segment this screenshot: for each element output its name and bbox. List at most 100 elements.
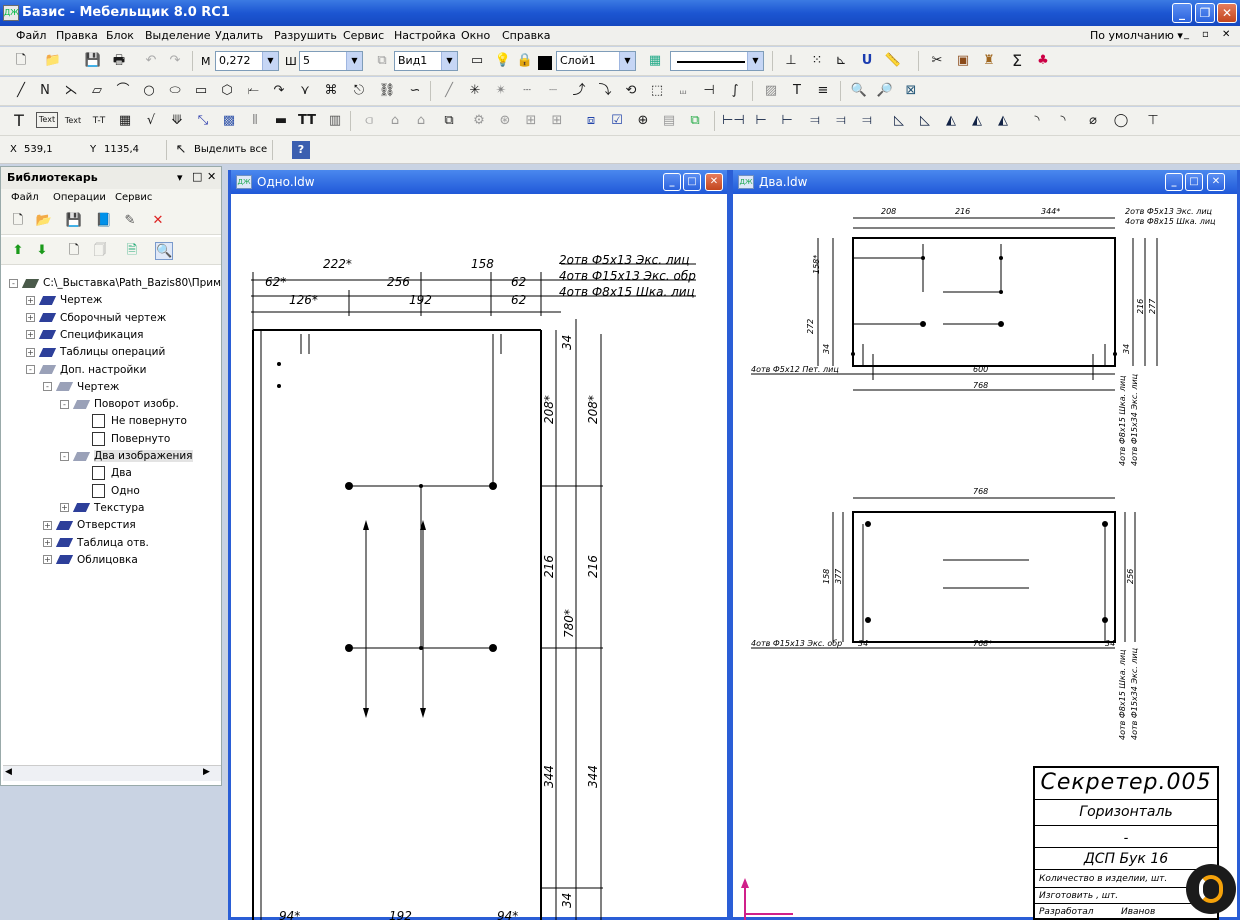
bulb-icon[interactable]: 💡 bbox=[494, 52, 512, 70]
panel-icon[interactable]: ⧉ bbox=[440, 112, 458, 130]
text-frame-icon[interactable]: Text bbox=[36, 112, 58, 128]
open-folder-icon[interactable]: 📁 bbox=[44, 52, 62, 70]
tree-node[interactable]: + Текстура bbox=[60, 500, 144, 517]
tree-node[interactable]: + Таблицы операций bbox=[26, 344, 165, 361]
chevron-down-icon[interactable]: ▼ bbox=[619, 52, 635, 70]
mdi-close-icon[interactable]: ✕ bbox=[1222, 29, 1230, 40]
sigma-icon[interactable]: Σ bbox=[1008, 52, 1026, 70]
chevron-down-icon[interactable]: ▼ bbox=[262, 52, 278, 70]
tree-node[interactable]: + Чертеж bbox=[26, 292, 102, 309]
scroll-left-icon[interactable]: ◀ bbox=[5, 767, 12, 777]
tree-node[interactable]: - Доп. настройки bbox=[26, 362, 146, 379]
chevron-down-icon[interactable]: ▼ bbox=[441, 52, 457, 70]
dim-horizontal-icon[interactable]: ⊢⊣ bbox=[722, 112, 745, 130]
drawing-canvas-1[interactable]: 222* 158 62* 256 62 126* 192 62 2отв Ф5х… bbox=[231, 194, 727, 920]
undo-icon[interactable]: ↶ bbox=[142, 52, 160, 70]
dim-angle3-icon[interactable]: ◭ bbox=[942, 112, 960, 130]
menu-file[interactable]: Файл bbox=[16, 29, 46, 42]
menu-block[interactable]: Блок bbox=[106, 29, 134, 42]
roughness-icon[interactable]: ⟱ bbox=[168, 112, 186, 130]
expand-icon[interactable]: + bbox=[26, 313, 35, 323]
dim-angle-icon[interactable]: ◺ bbox=[890, 112, 908, 130]
expand-icon[interactable]: + bbox=[26, 330, 35, 340]
panel-float-icon[interactable]: □ bbox=[192, 170, 202, 183]
axis-icon[interactable]: ⊥ bbox=[782, 52, 800, 70]
spline-icon[interactable]: ⌘ bbox=[322, 82, 340, 100]
add-icon[interactable]: ⊕ bbox=[634, 112, 652, 130]
scroll-right-icon[interactable]: ▶ bbox=[203, 767, 210, 777]
step-select[interactable]: 5 ▼ bbox=[299, 51, 363, 71]
copy-doc-icon[interactable]: 🗍 bbox=[91, 242, 109, 260]
edge-icon[interactable]: ⫏ bbox=[360, 112, 378, 130]
dim-radius-icon[interactable]: ◯ bbox=[1112, 112, 1130, 130]
tree-node[interactable]: - Чертеж bbox=[43, 379, 119, 396]
zoom-out-icon[interactable]: 🔎 bbox=[876, 82, 894, 100]
dim-arc2-icon[interactable]: ◝ bbox=[1054, 112, 1072, 130]
tree-node[interactable]: + Сборочный чертеж bbox=[26, 310, 166, 327]
table-icon[interactable]: ▦ bbox=[116, 112, 134, 130]
new-icon[interactable]: 🗋 bbox=[9, 212, 27, 230]
tree-node[interactable]: + Спецификация bbox=[26, 327, 144, 344]
print-icon[interactable]: 🖶 bbox=[110, 52, 128, 70]
tree-node[interactable]: Не повернуто bbox=[77, 413, 187, 430]
doc1-maximize-button[interactable]: □ bbox=[683, 173, 701, 191]
ray-icon[interactable]: ✳ bbox=[466, 82, 484, 100]
collapse-icon[interactable]: - bbox=[26, 365, 35, 374]
arrow-down-icon[interactable]: ⬇ bbox=[33, 242, 51, 260]
doc1-close-button[interactable]: ✕ bbox=[705, 173, 723, 191]
polyline-icon[interactable]: N bbox=[36, 82, 54, 100]
list-icon[interactable]: ≡ bbox=[814, 82, 832, 100]
tree-node[interactable]: - C:\_Выставка\Path_Bazis80\Приме bbox=[9, 275, 221, 292]
bezier-icon[interactable]: ∽ bbox=[406, 82, 424, 100]
tree-node[interactable]: - Два изображения bbox=[60, 448, 193, 465]
tree-node[interactable]: Два bbox=[77, 465, 132, 482]
zoom-in-icon[interactable]: 🔍 bbox=[850, 82, 868, 100]
chevron-down-icon[interactable]: ▼ bbox=[747, 52, 763, 70]
stack-icon[interactable]: ▥ bbox=[326, 112, 344, 130]
grid-icon[interactable]: ⁙ bbox=[808, 52, 826, 70]
tree-node[interactable]: + Таблица отв. bbox=[43, 535, 149, 552]
dim-diameter-icon[interactable]: ⌀ bbox=[1084, 112, 1102, 130]
export-icon[interactable]: ⧉ bbox=[686, 112, 704, 130]
help-icon[interactable]: ? bbox=[292, 141, 310, 159]
dim-table-icon[interactable]: ⫤ bbox=[858, 112, 876, 130]
line-style-select[interactable]: ▼ bbox=[670, 51, 764, 71]
menu-explode[interactable]: Разрушить bbox=[274, 29, 337, 42]
tree-node[interactable]: + Облицовка bbox=[43, 552, 138, 569]
maximize-button[interactable]: ❐ bbox=[1195, 3, 1215, 23]
view-select[interactable]: Вид1 ▼ bbox=[394, 51, 458, 71]
ruler-icon[interactable]: 📏 bbox=[884, 52, 902, 70]
chain-icon[interactable]: ⛓ bbox=[378, 82, 396, 100]
insert-doc-icon[interactable]: 🗎 bbox=[123, 242, 141, 260]
copy-move-icon[interactable]: ⤵ bbox=[596, 82, 614, 100]
tt-icon[interactable]: TT bbox=[298, 112, 316, 130]
circle-icon[interactable]: ○ bbox=[140, 82, 158, 100]
add-doc-icon[interactable]: 🗋 bbox=[65, 242, 83, 260]
select-all-button[interactable]: Выделить все bbox=[194, 144, 267, 155]
polygon-icon[interactable]: ⬡ bbox=[218, 82, 236, 100]
ellipse-icon[interactable]: ⬭ bbox=[166, 82, 184, 100]
chevron-down-icon[interactable]: ▼ bbox=[346, 52, 362, 70]
menu-selection[interactable]: Выделение bbox=[145, 29, 211, 42]
angle-line-icon[interactable]: ⋋ bbox=[62, 82, 80, 100]
expand-icon[interactable]: + bbox=[43, 538, 52, 547]
doc1-minimize-button[interactable]: _ bbox=[663, 173, 681, 191]
bar-icon[interactable]: ▬ bbox=[272, 112, 290, 130]
connector-icon[interactable]: ⊛ bbox=[496, 112, 514, 130]
text-style-icon[interactable]: T bbox=[788, 82, 806, 100]
collapse-icon[interactable]: - bbox=[43, 382, 52, 392]
parallel-line-icon[interactable]: ⏥ bbox=[88, 82, 106, 100]
expand-icon[interactable]: + bbox=[43, 555, 52, 565]
layer-icon[interactable]: ▭ bbox=[468, 52, 486, 70]
minimize-button[interactable]: _ bbox=[1172, 3, 1192, 23]
stamp-icon[interactable]: ♜ bbox=[980, 52, 998, 70]
menu-service[interactable]: Сервис bbox=[343, 29, 384, 42]
tangent-icon[interactable]: ⋎ bbox=[296, 82, 314, 100]
bend-icon[interactable]: ⥒ bbox=[244, 82, 262, 100]
fillet-icon[interactable]: ⎋ bbox=[350, 82, 368, 100]
dim-angle2-icon[interactable]: ◺ bbox=[916, 112, 934, 130]
copy-view-icon[interactable]: ⧉ bbox=[373, 52, 391, 70]
leader-icon[interactable]: √ bbox=[142, 112, 160, 130]
menu-help[interactable]: Справка bbox=[502, 29, 550, 42]
new-file-icon[interactable]: 🗋 bbox=[12, 52, 30, 70]
